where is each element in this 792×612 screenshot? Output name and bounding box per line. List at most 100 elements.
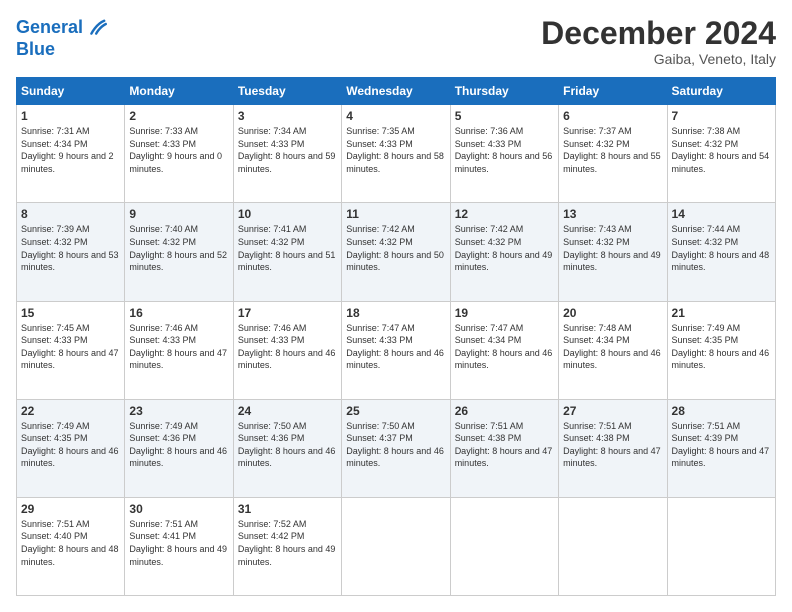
day-info: Sunrise: 7:47 AM Sunset: 4:33 PM Dayligh…	[346, 322, 445, 372]
table-row: 31 Sunrise: 7:52 AM Sunset: 4:42 PM Dayl…	[233, 497, 341, 595]
day-number: 21	[672, 306, 771, 320]
table-row: 24 Sunrise: 7:50 AM Sunset: 4:36 PM Dayl…	[233, 399, 341, 497]
table-row: 29 Sunrise: 7:51 AM Sunset: 4:40 PM Dayl…	[17, 497, 125, 595]
col-monday: Monday	[125, 78, 233, 105]
day-info: Sunrise: 7:43 AM Sunset: 4:32 PM Dayligh…	[563, 223, 662, 273]
col-friday: Friday	[559, 78, 667, 105]
table-row: 23 Sunrise: 7:49 AM Sunset: 4:36 PM Dayl…	[125, 399, 233, 497]
day-info: Sunrise: 7:51 AM Sunset: 4:40 PM Dayligh…	[21, 518, 120, 568]
day-info: Sunrise: 7:47 AM Sunset: 4:34 PM Dayligh…	[455, 322, 554, 372]
table-row: 11 Sunrise: 7:42 AM Sunset: 4:32 PM Dayl…	[342, 203, 450, 301]
calendar-row: 1 Sunrise: 7:31 AM Sunset: 4:34 PM Dayli…	[17, 105, 776, 203]
table-row: 8 Sunrise: 7:39 AM Sunset: 4:32 PM Dayli…	[17, 203, 125, 301]
day-info: Sunrise: 7:44 AM Sunset: 4:32 PM Dayligh…	[672, 223, 771, 273]
table-row: 16 Sunrise: 7:46 AM Sunset: 4:33 PM Dayl…	[125, 301, 233, 399]
day-number: 7	[672, 109, 771, 123]
day-info: Sunrise: 7:45 AM Sunset: 4:33 PM Dayligh…	[21, 322, 120, 372]
table-row: 17 Sunrise: 7:46 AM Sunset: 4:33 PM Dayl…	[233, 301, 341, 399]
day-info: Sunrise: 7:38 AM Sunset: 4:32 PM Dayligh…	[672, 125, 771, 175]
table-row: 13 Sunrise: 7:43 AM Sunset: 4:32 PM Dayl…	[559, 203, 667, 301]
day-info: Sunrise: 7:40 AM Sunset: 4:32 PM Dayligh…	[129, 223, 228, 273]
header: General Blue December 2024 Gaiba, Veneto…	[16, 16, 776, 67]
table-row: 20 Sunrise: 7:48 AM Sunset: 4:34 PM Dayl…	[559, 301, 667, 399]
day-info: Sunrise: 7:37 AM Sunset: 4:32 PM Dayligh…	[563, 125, 662, 175]
calendar-table: Sunday Monday Tuesday Wednesday Thursday…	[16, 77, 776, 596]
day-info: Sunrise: 7:51 AM Sunset: 4:38 PM Dayligh…	[455, 420, 554, 470]
day-number: 3	[238, 109, 337, 123]
day-number: 14	[672, 207, 771, 221]
day-info: Sunrise: 7:48 AM Sunset: 4:34 PM Dayligh…	[563, 322, 662, 372]
day-info: Sunrise: 7:50 AM Sunset: 4:36 PM Dayligh…	[238, 420, 337, 470]
calendar-row: 15 Sunrise: 7:45 AM Sunset: 4:33 PM Dayl…	[17, 301, 776, 399]
day-info: Sunrise: 7:49 AM Sunset: 4:35 PM Dayligh…	[672, 322, 771, 372]
day-info: Sunrise: 7:49 AM Sunset: 4:35 PM Dayligh…	[21, 420, 120, 470]
page: General Blue December 2024 Gaiba, Veneto…	[0, 0, 792, 612]
table-row: 19 Sunrise: 7:47 AM Sunset: 4:34 PM Dayl…	[450, 301, 558, 399]
table-row: 22 Sunrise: 7:49 AM Sunset: 4:35 PM Dayl…	[17, 399, 125, 497]
day-number: 13	[563, 207, 662, 221]
table-row: 27 Sunrise: 7:51 AM Sunset: 4:38 PM Dayl…	[559, 399, 667, 497]
day-info: Sunrise: 7:39 AM Sunset: 4:32 PM Dayligh…	[21, 223, 120, 273]
day-info: Sunrise: 7:42 AM Sunset: 4:32 PM Dayligh…	[455, 223, 554, 273]
day-info: Sunrise: 7:52 AM Sunset: 4:42 PM Dayligh…	[238, 518, 337, 568]
calendar-row: 8 Sunrise: 7:39 AM Sunset: 4:32 PM Dayli…	[17, 203, 776, 301]
day-info: Sunrise: 7:34 AM Sunset: 4:33 PM Dayligh…	[238, 125, 337, 175]
day-number: 27	[563, 404, 662, 418]
header-row: Sunday Monday Tuesday Wednesday Thursday…	[17, 78, 776, 105]
table-row: 18 Sunrise: 7:47 AM Sunset: 4:33 PM Dayl…	[342, 301, 450, 399]
table-row: 7 Sunrise: 7:38 AM Sunset: 4:32 PM Dayli…	[667, 105, 775, 203]
day-info: Sunrise: 7:51 AM Sunset: 4:41 PM Dayligh…	[129, 518, 228, 568]
day-number: 5	[455, 109, 554, 123]
day-number: 9	[129, 207, 228, 221]
day-number: 23	[129, 404, 228, 418]
table-row: 25 Sunrise: 7:50 AM Sunset: 4:37 PM Dayl…	[342, 399, 450, 497]
day-info: Sunrise: 7:46 AM Sunset: 4:33 PM Dayligh…	[129, 322, 228, 372]
day-info: Sunrise: 7:51 AM Sunset: 4:39 PM Dayligh…	[672, 420, 771, 470]
day-number: 12	[455, 207, 554, 221]
table-row	[667, 497, 775, 595]
table-row: 12 Sunrise: 7:42 AM Sunset: 4:32 PM Dayl…	[450, 203, 558, 301]
day-number: 20	[563, 306, 662, 320]
table-row	[342, 497, 450, 595]
day-number: 25	[346, 404, 445, 418]
day-number: 4	[346, 109, 445, 123]
logo-icon	[85, 16, 109, 40]
location: Gaiba, Veneto, Italy	[541, 51, 776, 67]
day-number: 18	[346, 306, 445, 320]
table-row: 28 Sunrise: 7:51 AM Sunset: 4:39 PM Dayl…	[667, 399, 775, 497]
table-row: 30 Sunrise: 7:51 AM Sunset: 4:41 PM Dayl…	[125, 497, 233, 595]
month-title: December 2024	[541, 16, 776, 51]
table-row: 2 Sunrise: 7:33 AM Sunset: 4:33 PM Dayli…	[125, 105, 233, 203]
col-wednesday: Wednesday	[342, 78, 450, 105]
day-number: 11	[346, 207, 445, 221]
day-number: 30	[129, 502, 228, 516]
day-info: Sunrise: 7:42 AM Sunset: 4:32 PM Dayligh…	[346, 223, 445, 273]
day-info: Sunrise: 7:49 AM Sunset: 4:36 PM Dayligh…	[129, 420, 228, 470]
table-row: 21 Sunrise: 7:49 AM Sunset: 4:35 PM Dayl…	[667, 301, 775, 399]
day-number: 17	[238, 306, 337, 320]
day-number: 10	[238, 207, 337, 221]
day-number: 28	[672, 404, 771, 418]
day-info: Sunrise: 7:36 AM Sunset: 4:33 PM Dayligh…	[455, 125, 554, 175]
col-tuesday: Tuesday	[233, 78, 341, 105]
day-number: 6	[563, 109, 662, 123]
day-number: 29	[21, 502, 120, 516]
col-sunday: Sunday	[17, 78, 125, 105]
table-row: 26 Sunrise: 7:51 AM Sunset: 4:38 PM Dayl…	[450, 399, 558, 497]
day-number: 24	[238, 404, 337, 418]
table-row	[450, 497, 558, 595]
day-number: 16	[129, 306, 228, 320]
day-info: Sunrise: 7:41 AM Sunset: 4:32 PM Dayligh…	[238, 223, 337, 273]
day-number: 26	[455, 404, 554, 418]
logo-blue-text: Blue	[16, 40, 111, 60]
table-row: 14 Sunrise: 7:44 AM Sunset: 4:32 PM Dayl…	[667, 203, 775, 301]
table-row: 5 Sunrise: 7:36 AM Sunset: 4:33 PM Dayli…	[450, 105, 558, 203]
day-number: 2	[129, 109, 228, 123]
day-number: 8	[21, 207, 120, 221]
table-row: 4 Sunrise: 7:35 AM Sunset: 4:33 PM Dayli…	[342, 105, 450, 203]
day-info: Sunrise: 7:35 AM Sunset: 4:33 PM Dayligh…	[346, 125, 445, 175]
table-row: 1 Sunrise: 7:31 AM Sunset: 4:34 PM Dayli…	[17, 105, 125, 203]
day-info: Sunrise: 7:33 AM Sunset: 4:33 PM Dayligh…	[129, 125, 228, 175]
logo: General Blue	[16, 16, 111, 60]
day-number: 19	[455, 306, 554, 320]
